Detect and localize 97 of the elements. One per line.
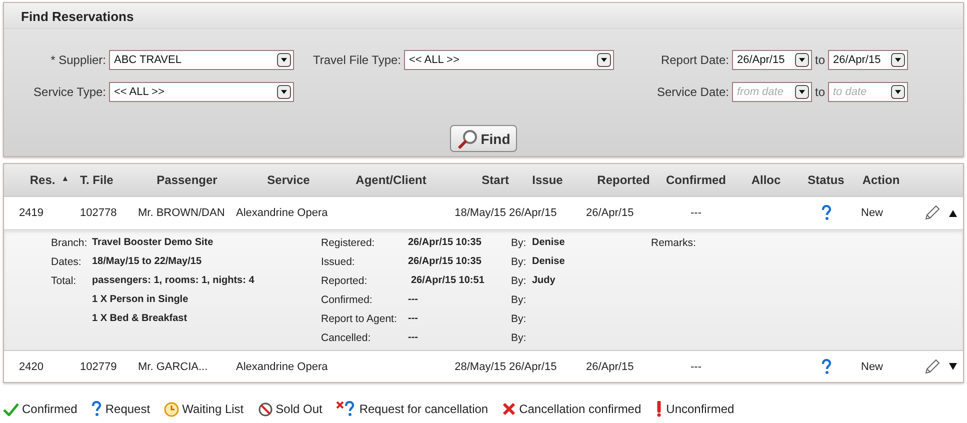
detail-value: 26/Apr/15 10:35 <box>408 237 482 248</box>
detail-label: By: <box>511 274 528 286</box>
range-separator: to <box>814 85 825 99</box>
table-cell-text: Mr. BROWN/DAN <box>138 207 226 219</box>
collapse-caret-icon[interactable] <box>949 210 957 216</box>
detail-value: 1 X Bed & Breakfast <box>92 313 188 324</box>
detail-label: Reported: <box>321 274 368 286</box>
column-header[interactable]: Start <box>441 173 509 187</box>
legend-label: Waiting List <box>182 402 244 416</box>
detail-label: Remarks: <box>651 236 697 248</box>
find-button[interactable]: Find <box>450 125 518 152</box>
detail-label: Cancelled: <box>321 332 372 344</box>
detail-label: Branch: <box>51 236 88 248</box>
panel-title: Find Reservations <box>4 3 963 29</box>
question-mark-icon <box>820 205 832 221</box>
detail-label: Dates: <box>51 256 82 268</box>
detail-value: 26/Apr/15 10:51 <box>410 275 484 286</box>
legend-label: Request for cancellation <box>359 402 488 416</box>
detail-label: By: <box>511 332 528 344</box>
column-header[interactable]: Alloc <box>731 173 801 187</box>
field-label: Report Date: <box>660 53 729 67</box>
detail-label: Issued: <box>321 256 356 268</box>
column-header[interactable]: Passenger <box>138 173 236 187</box>
column-header[interactable]: Service <box>236 173 341 187</box>
table-cell-text: 102779 <box>80 360 118 372</box>
column-header[interactable]: Issue <box>509 173 586 187</box>
column-header[interactable]: Action <box>851 173 911 187</box>
column-header[interactable]: Res. $^{▲}$ <box>19 173 80 187</box>
detail-label: By: <box>511 256 528 268</box>
table-cell-text: 26/Apr/15 <box>509 360 558 372</box>
column-header[interactable]: Confirmed <box>661 173 731 187</box>
legend-label: Unconfirmed <box>666 402 734 416</box>
detail-label: Registered: <box>321 236 376 248</box>
table-cell-text: 26/Apr/15 <box>586 360 635 372</box>
field-label: Service Date: <box>656 85 729 99</box>
legend-label: Sold Out <box>276 402 322 416</box>
detail-value: 1 X Person in Single <box>92 294 188 305</box>
prohibited-icon <box>258 402 273 416</box>
pencil-icon[interactable] <box>923 358 941 376</box>
detail-value: Travel Booster Demo Site <box>92 237 214 248</box>
table-cell-text: 18/May/15 <box>454 207 507 219</box>
detail-label: Total: <box>51 274 78 286</box>
detail-label: By: <box>511 294 528 306</box>
date-field[interactable]: 26/Apr/15 <box>828 50 908 70</box>
detail-value: 26/Apr/15 10:35 <box>408 256 482 267</box>
table-cell-text: --- <box>690 360 702 372</box>
select-field[interactable]: << ALL >> <box>109 82 294 102</box>
field-label: Service Type: <box>34 85 106 99</box>
legend-label: Request <box>105 402 150 416</box>
select-field[interactable]: ABC TRAVEL <box>109 50 294 70</box>
detail-value: --- <box>408 294 418 305</box>
detail-value: Denise <box>532 237 565 248</box>
detail-label: By: <box>511 312 528 324</box>
pencil-icon[interactable] <box>923 204 941 222</box>
cross-question-icon <box>336 401 356 417</box>
field-label: Travel File Type: <box>312 53 401 67</box>
clock-icon <box>164 402 180 416</box>
table-cell-text: Mr. GARCIA... <box>138 360 209 372</box>
question-mark-icon <box>820 358 832 374</box>
column-header[interactable]: Reported <box>586 173 661 187</box>
table-cell-text: New <box>860 360 884 372</box>
field-label: * Supplier: <box>50 53 106 67</box>
select-field[interactable]: << ALL >> <box>404 50 614 70</box>
question-mark-icon <box>91 401 102 417</box>
table-row[interactable]: 2420 102779 Mr. GARCIA... Alexandrine Opera 28/May/15 26/Apr/15 26/Apr/15 --- New <box>4 350 963 382</box>
exclamation-icon <box>655 401 664 417</box>
detail-label: By: <box>511 236 528 248</box>
date-field[interactable]: 26/Apr/15 <box>732 50 812 70</box>
expand-caret-icon[interactable] <box>949 363 957 370</box>
table-cell-text: 28/May/15 <box>454 360 507 372</box>
table-cell-text: 2420 <box>19 360 44 372</box>
table-row[interactable]: 2419 102778 Mr. BROWN/DAN Alexandrine Opera 18/May/15 26/Apr/15 26/Apr/15 --- New <box>4 197 963 229</box>
detail-value: --- <box>408 313 418 324</box>
table-cell-text: --- <box>690 207 702 219</box>
detail-value: Judy <box>532 275 556 286</box>
search-icon <box>456 128 479 148</box>
table-cell-text: 26/Apr/15 <box>586 207 635 219</box>
range-separator: to <box>814 53 825 67</box>
column-header[interactable]: Status <box>801 173 851 187</box>
detail-value: passengers: 1, rooms: 1, nights: 4 <box>92 275 254 286</box>
table-cell-text: Alexandrine Opera <box>236 207 329 219</box>
check-icon <box>3 402 19 416</box>
detail-value: --- <box>408 332 418 343</box>
column-header[interactable]: Agent/Client <box>341 173 441 187</box>
table-cell-text: Alexandrine Opera <box>236 360 329 372</box>
legend-label: Cancellation confirmed <box>519 402 642 416</box>
cross-icon <box>502 402 516 416</box>
detail-value: 18/May/15 to 22/May/15 <box>92 256 202 267</box>
legend-label: Confirmed <box>22 402 78 416</box>
table-cell-text: 102778 <box>80 207 118 219</box>
table-cell-text: New <box>860 207 884 219</box>
table-cell-text: 2419 <box>19 207 44 219</box>
detail-label: Report to Agent: <box>321 312 398 324</box>
column-header[interactable]: T. File <box>80 173 138 187</box>
detail-label: Confirmed: <box>321 294 374 306</box>
detail-value: Denise <box>532 256 565 267</box>
table-cell-text: 26/Apr/15 <box>509 207 558 219</box>
